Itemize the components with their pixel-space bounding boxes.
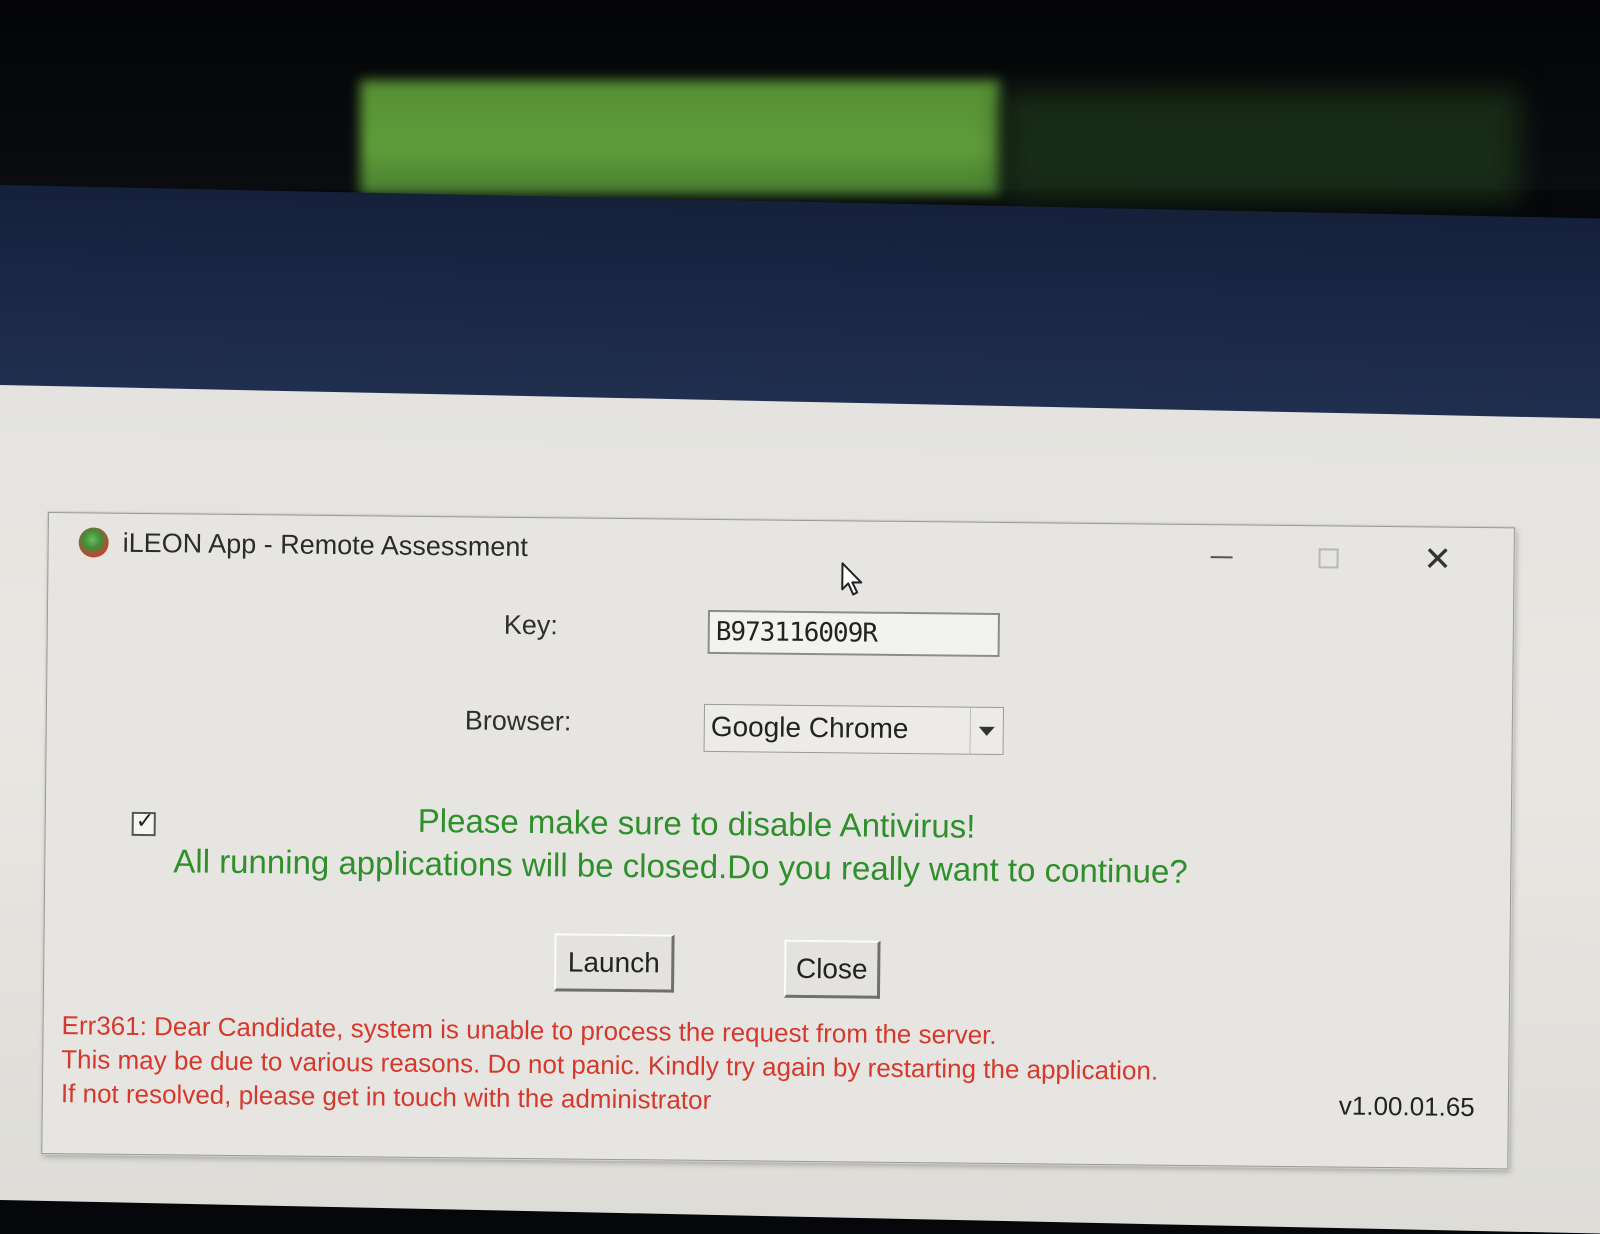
chevron-down-icon [978,726,995,736]
app-logo-icon [78,527,109,558]
launch-button[interactable]: Launch [554,933,675,993]
close-button[interactable]: Close [783,939,881,999]
browser-label: Browser: [464,705,572,737]
error-message: Err361: Dear Candidate, system is unable… [61,1008,1159,1121]
version-label: v1.00.01.65 [1338,1090,1475,1122]
key-input[interactable] [707,609,1000,657]
close-icon: ✕ [1423,539,1453,580]
mouse-pointer-icon [841,562,863,596]
minimize-icon [1210,556,1233,559]
minimize-button[interactable] [1196,535,1246,580]
maximize-button[interactable] [1303,536,1353,581]
remote-assessment-dialog: iLEON App - Remote Assessment ✕ Key: Bro… [41,512,1515,1170]
key-label: Key: [503,609,559,641]
dropdown-arrow[interactable] [969,707,1003,755]
window-close-button[interactable]: ✕ [1412,537,1462,582]
title-bar[interactable]: iLEON App - Remote Assessment ✕ [48,513,1514,594]
maximize-icon [1318,548,1339,569]
background-window-shadow [1000,90,1520,200]
antivirus-warning: Please make sure to disable Antivirus! [417,801,976,845]
confirm-checkbox[interactable]: ✓ [131,808,156,837]
browser-select[interactable]: Google Chrome [703,703,1005,756]
browser-select-value: Google Chrome [710,710,909,745]
checkmark-icon: ✓ [135,808,155,835]
background-window-glow [360,80,1000,195]
close-apps-warning: All running applications will be closed.… [173,842,1188,890]
window-title: iLEON App - Remote Assessment [122,527,528,563]
